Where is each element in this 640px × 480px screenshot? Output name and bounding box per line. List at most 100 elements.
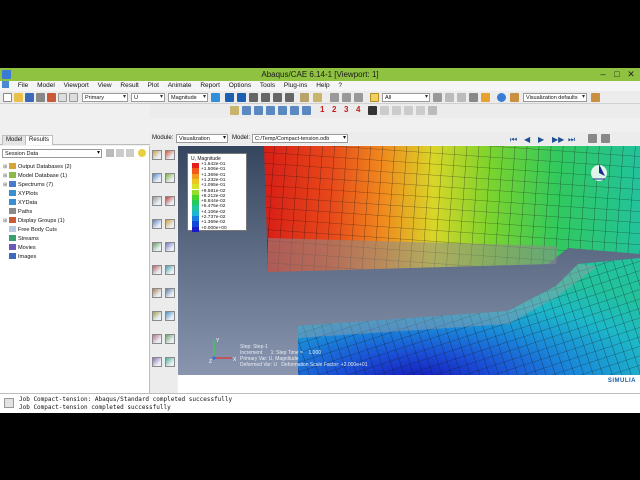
zoom-icon[interactable] [261,93,270,102]
menu-result[interactable]: Result [120,82,138,89]
result-icon[interactable] [47,93,56,102]
tree-item[interactable]: Free Body Cuts [3,226,57,235]
model-combo[interactable]: C:/Temp/Compact-tension.odb [252,134,348,143]
menu-animate[interactable]: Animate [168,82,192,89]
axis-icon[interactable] [254,106,263,115]
menu-options[interactable]: Options [229,82,251,89]
variable-combo[interactable]: U [131,93,165,102]
view-number-4[interactable]: 4 [356,105,360,114]
play-icon[interactable]: ▶ [538,133,544,146]
menu-view[interactable]: View [98,82,112,89]
view-next-icon[interactable] [416,106,425,115]
view-number-2[interactable]: 2 [332,105,336,114]
fit-icon[interactable] [285,93,294,102]
datum-icon[interactable] [242,106,251,115]
menu-whats-this[interactable]: ? [338,82,342,89]
info-icon[interactable] [497,93,506,102]
tree-item[interactable]: Streams [3,235,39,244]
tree-item[interactable]: ⊞ Model Database (1) [3,172,67,181]
toolbox-tool-icon[interactable] [165,288,175,298]
new-icon[interactable] [3,93,12,102]
view-iso-icon[interactable] [330,93,339,102]
save-icon[interactable] [25,93,34,102]
box-zoom-icon[interactable] [273,93,282,102]
menu-file[interactable]: File [18,82,28,89]
magnify-icon[interactable] [249,93,258,102]
next-frame-icon[interactable]: ▶▶ [552,133,564,146]
menu-viewport[interactable]: Viewport [64,82,89,89]
tab-model[interactable]: Model [2,135,27,145]
toolbox-tool-icon[interactable] [152,150,162,160]
view-number-3[interactable]: 3 [344,105,348,114]
plane-icon[interactable] [266,106,275,115]
view-defaults-combo[interactable]: Visualization defaults [523,93,587,102]
step-combo[interactable]: Primary [82,93,128,102]
tree-item[interactable]: Paths [3,208,32,217]
grid-icon[interactable] [300,93,309,102]
menu-help[interactable]: Help [316,82,329,89]
menu-model[interactable]: Model [37,82,55,89]
select-mode-icon[interactable] [433,93,442,102]
refresh-icon[interactable] [211,93,220,102]
collapse-icon[interactable] [126,149,134,157]
first-frame-icon[interactable]: ⏮ [510,133,517,146]
color-icon[interactable] [481,93,490,102]
toolbox-tool-icon[interactable] [165,265,175,275]
tree-item[interactable]: ⊞ Output Databases (2) [3,163,71,172]
csys-icon[interactable] [278,106,287,115]
mesh-icon[interactable] [428,106,437,115]
display-icon[interactable] [510,93,519,102]
close-button[interactable]: ✕ [624,68,638,81]
tree-item[interactable]: Movies [3,244,36,253]
toolbox-tool-icon[interactable] [165,311,175,321]
copy-icon[interactable] [445,93,454,102]
paste-icon[interactable] [457,93,466,102]
toolbox-tool-icon[interactable] [152,334,162,344]
toolbox-tool-icon[interactable] [152,265,162,275]
camera-icon[interactable] [588,134,597,143]
session-data-combo[interactable]: Session Data [2,149,102,158]
pointer-icon[interactable] [368,106,377,115]
menu-plot[interactable]: Plot [148,82,159,89]
maximize-button[interactable]: □ [610,68,624,81]
toolbox-tool-icon[interactable] [165,150,175,160]
toolbox-tool-icon[interactable] [165,357,175,367]
prev-frame-icon[interactable]: ◀ [524,133,530,146]
last-frame-icon[interactable]: ⏭ [568,133,575,146]
viewport[interactable]: U, Magnitude +1.642e-01 +1.506e-01 +1.369e… [178,146,640,375]
section-icon[interactable] [230,106,239,115]
tree-item[interactable]: XYData [3,199,37,208]
filter-icon[interactable] [106,149,114,157]
step-icon[interactable] [58,93,67,102]
menu-report[interactable]: Report [200,82,220,89]
minimize-button[interactable]: – [596,68,610,81]
rotate-icon[interactable] [237,93,246,102]
toolbox-tool-icon[interactable] [152,311,162,321]
movie-icon[interactable] [601,134,610,143]
component-combo[interactable]: Magnitude [168,93,208,102]
message-icon[interactable] [4,398,14,408]
view-front-icon[interactable] [342,93,351,102]
menu-plugins[interactable]: Plug-ins [284,82,307,89]
cut-icon[interactable] [290,106,299,115]
tree-item[interactable]: Images [3,253,36,262]
hint-icon[interactable] [138,149,146,157]
toolbox-tool-icon[interactable] [165,173,175,183]
selection-combo[interactable]: All [382,93,430,102]
menu-tools[interactable]: Tools [260,82,275,89]
toolbox-tool-icon[interactable] [152,242,162,252]
expand-icon[interactable] [116,149,124,157]
options-icon[interactable] [591,93,600,102]
toolbox-tool-icon[interactable] [152,173,162,183]
view-prev-icon[interactable] [404,106,413,115]
toolbox-tool-icon[interactable] [152,196,162,206]
toolbox-tool-icon[interactable] [165,219,175,229]
tree-item[interactable]: ⊞ Spectrums (7) [3,181,53,190]
table-icon[interactable] [313,93,322,102]
tree-item[interactable]: ⊞ Display Groups (1) [3,217,65,226]
toolbox-tool-icon[interactable] [152,357,162,367]
pan-icon[interactable] [225,93,234,102]
toolbox-tool-icon[interactable] [165,242,175,252]
tab-results[interactable]: Results [25,135,54,145]
view-top-icon[interactable] [354,93,363,102]
